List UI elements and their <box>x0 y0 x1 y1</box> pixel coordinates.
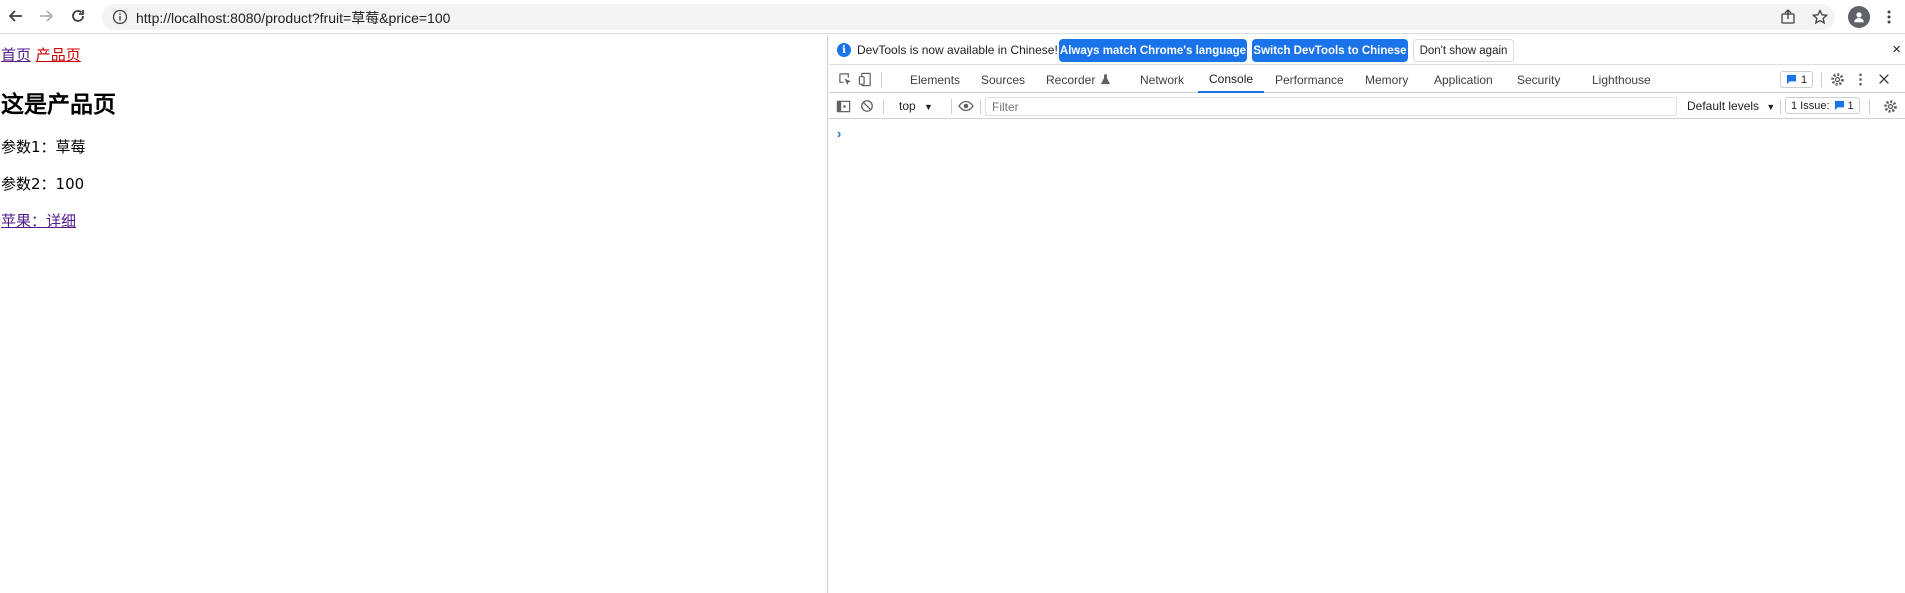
back-button[interactable] <box>3 3 29 29</box>
url-text[interactable]: http://localhost:8080/product?fruit=草莓&p… <box>136 8 450 28</box>
infobar-close-icon[interactable]: × <box>1892 41 1901 58</box>
nav-link-home[interactable]: 首页 <box>1 46 31 64</box>
tab-network[interactable]: Network <box>1140 66 1184 93</box>
flask-icon <box>1101 74 1111 85</box>
close-devtools-icon[interactable] <box>1876 71 1892 87</box>
log-levels-dropdown[interactable]: Default levels ▼ <box>1687 99 1775 113</box>
infobar-message: DevTools is now available in Chinese! <box>857 43 1058 57</box>
console-filter[interactable] <box>985 97 1677 116</box>
devtools-tabbar: Elements Sources Recorder Network Consol… <box>829 66 1905 93</box>
info-icon: i <box>837 43 851 57</box>
tab-application[interactable]: Application <box>1434 66 1493 93</box>
share-icon[interactable] <box>1780 9 1796 25</box>
settings-gear-icon[interactable] <box>1829 71 1845 87</box>
tab-recorder[interactable]: Recorder <box>1046 66 1111 93</box>
toolbar-divider <box>1869 99 1870 114</box>
reload-icon <box>72 10 84 22</box>
param1-text: 参数1：草莓 <box>1 138 86 156</box>
bookmark-star-icon[interactable] <box>1812 9 1828 25</box>
log-levels-label: Default levels <box>1687 99 1760 113</box>
arrow-right-icon <box>40 10 54 22</box>
tab-sources[interactable]: Sources <box>981 66 1025 93</box>
address-bar[interactable]: http://localhost:8080/product?fruit=草莓&p… <box>102 4 1835 30</box>
avatar-icon <box>1848 6 1870 28</box>
switch-chinese-button[interactable]: Switch DevTools to Chinese <box>1252 39 1408 62</box>
inspect-element-icon[interactable] <box>837 71 853 87</box>
messages-badge[interactable]: 1 <box>1780 71 1814 88</box>
message-icon <box>1834 100 1844 111</box>
console-toolbar: top ▼ Default levels ▼ 1 Issue: 1 <box>829 94 1905 119</box>
forward-button[interactable] <box>33 3 59 29</box>
page-heading: 这是产品页 <box>1 92 116 118</box>
nav-link-product[interactable]: 产品页 <box>36 46 81 64</box>
site-info-icon[interactable] <box>112 9 128 25</box>
toolbar-divider <box>881 72 882 87</box>
profile-button[interactable] <box>1846 4 1872 30</box>
toolbar-divider <box>1780 99 1781 114</box>
tab-console[interactable]: Console <box>1198 66 1265 93</box>
browser-menu-button[interactable] <box>1876 4 1902 30</box>
toolbar-divider <box>1821 72 1822 87</box>
tab-lighthouse[interactable]: Lighthouse <box>1592 66 1651 93</box>
issues-label: 1 Issue: <box>1791 99 1830 112</box>
device-toolbar-icon[interactable] <box>857 71 873 87</box>
dropdown-caret-icon: ▼ <box>924 102 933 112</box>
issues-count: 1 <box>1847 99 1854 112</box>
tab-memory[interactable]: Memory <box>1365 66 1408 93</box>
console-prompt[interactable]: › <box>837 126 841 141</box>
console-settings-icon[interactable] <box>1882 98 1898 114</box>
issues-badge[interactable]: 1 Issue: 1 <box>1785 97 1860 114</box>
devtools-panel: i DevTools is now available in Chinese! … <box>829 35 1905 593</box>
filter-input[interactable] <box>986 98 1676 116</box>
reload-button[interactable] <box>65 3 91 29</box>
toolbar-divider <box>883 99 884 114</box>
messages-count: 1 <box>1801 73 1808 86</box>
page-viewport: 首页 产品页 这是产品页 参数1：草莓 参数2：100 苹果：详细 <box>0 35 828 593</box>
apple-detail-link[interactable]: 苹果：详细 <box>1 210 76 231</box>
toolbar-divider <box>980 99 981 114</box>
dropdown-caret-icon: ▼ <box>1766 102 1776 112</box>
toolbar-divider <box>951 99 952 114</box>
tab-security[interactable]: Security <box>1517 66 1560 93</box>
tab-recorder-label: Recorder <box>1046 72 1096 87</box>
page-nav: 首页 产品页 <box>1 44 81 65</box>
browser-toolbar: http://localhost:8080/product?fruit=草莓&p… <box>0 0 1905 34</box>
context-selector[interactable]: top ▼ <box>899 99 933 113</box>
clear-console-icon[interactable] <box>859 98 875 114</box>
context-label: top <box>899 99 916 113</box>
match-language-button[interactable]: Always match Chrome's language <box>1059 39 1247 62</box>
dont-show-again-button[interactable]: Don't show again <box>1413 39 1514 62</box>
language-infobar: i DevTools is now available in Chinese! … <box>829 35 1905 65</box>
message-icon <box>1786 74 1797 85</box>
tab-elements[interactable]: Elements <box>910 66 960 93</box>
arrow-left-icon <box>8 10 22 22</box>
live-expression-eye-icon[interactable] <box>958 98 974 114</box>
devtools-menu-icon[interactable] <box>1852 71 1868 87</box>
param2-text: 参数2：100 <box>1 175 85 193</box>
sidebar-toggle-icon[interactable] <box>835 98 851 114</box>
tab-performance[interactable]: Performance <box>1275 66 1344 93</box>
more-vert-icon <box>1887 10 1891 24</box>
